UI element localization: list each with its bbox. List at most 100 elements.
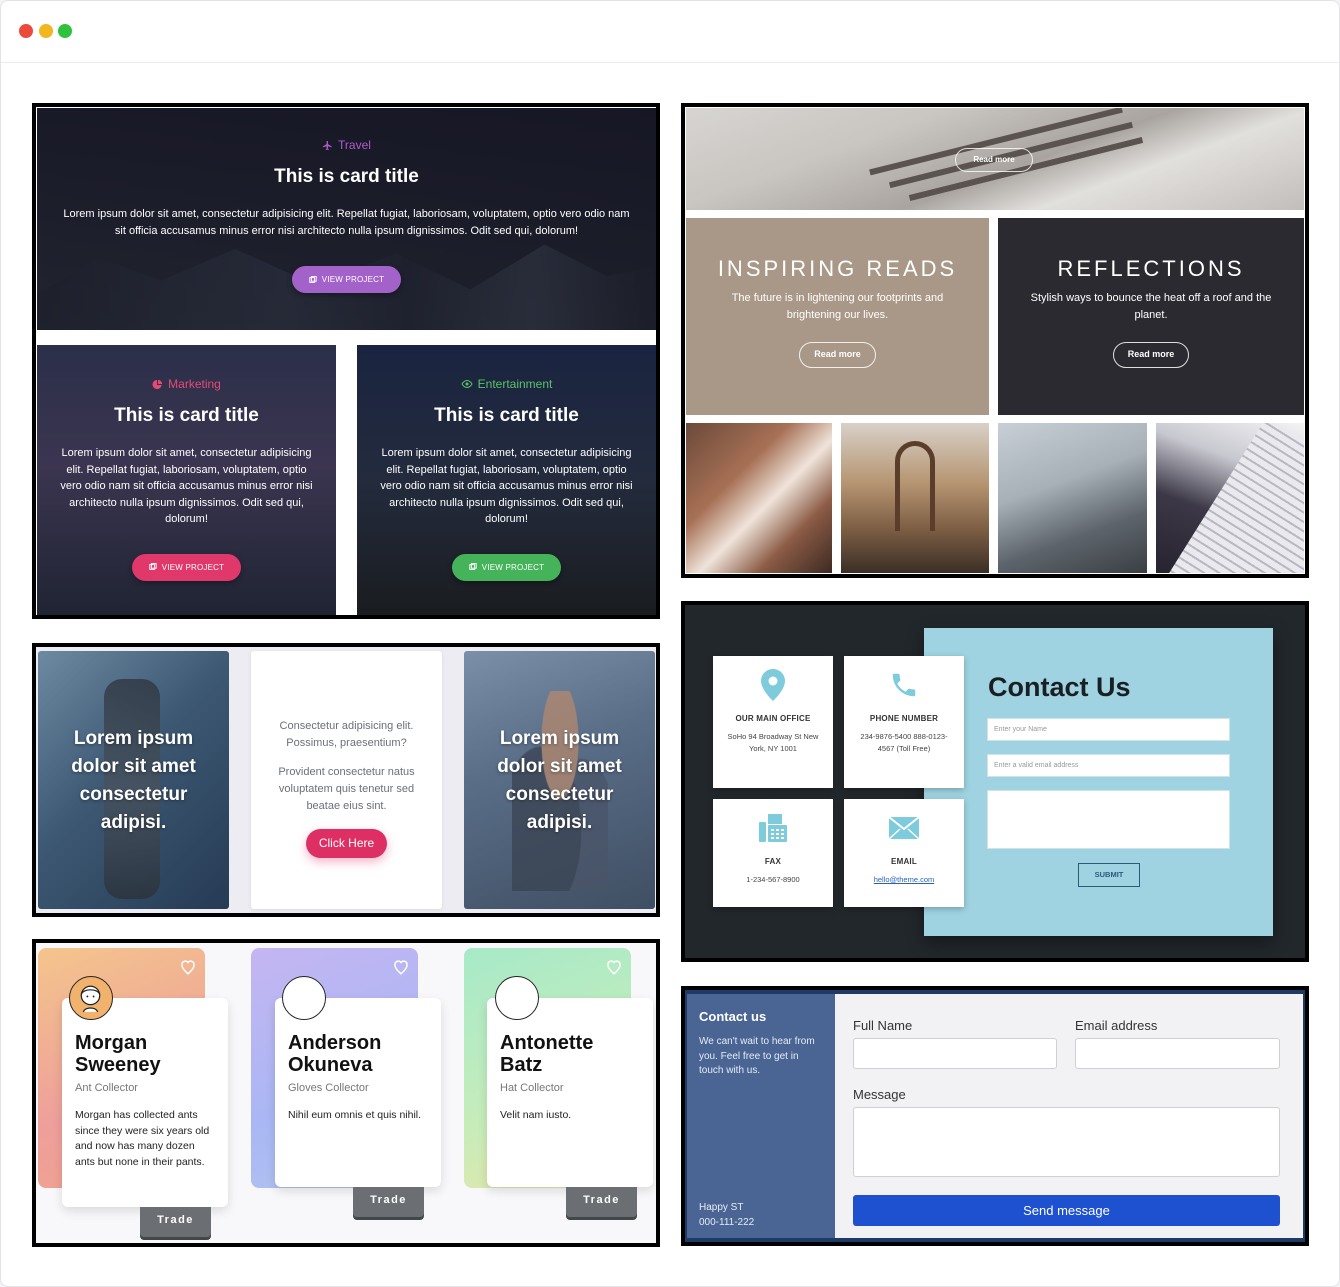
collector-card: Anderson Okuneva Gloves Collector Nihil … bbox=[275, 998, 441, 1187]
avatar bbox=[69, 976, 113, 1020]
contact-sidebar: Contact us We can't wait to hear from yo… bbox=[687, 994, 835, 1238]
info-value: 1-234-567-8900 bbox=[746, 875, 800, 884]
name-input[interactable]: Enter your Name bbox=[987, 718, 1230, 741]
plane-icon bbox=[322, 140, 332, 150]
info-value: 234-9876-5400 888-0123-4567 (Toll Free) bbox=[860, 732, 948, 753]
tile-title: REFLECTIONS bbox=[1057, 256, 1245, 281]
button-label: VIEW PROJECT bbox=[481, 562, 545, 572]
reflections-tile: REFLECTIONS Stylish ways to bounce the h… bbox=[998, 218, 1304, 415]
hero-read-more-button[interactable]: Read more bbox=[955, 148, 1033, 172]
avatar-illustration-icon bbox=[80, 985, 101, 1013]
heart-icon[interactable] bbox=[392, 958, 410, 976]
office-info-box: OUR MAIN OFFICE SoHo 94 Broadway St New … bbox=[713, 656, 833, 788]
marketing-card: Marketing This is card title Lorem ipsum… bbox=[37, 345, 336, 615]
collector-card: Morgan Sweeney Ant Collector Morgan has … bbox=[62, 998, 228, 1207]
lorem-cards-panel: Lorem ipsum dolor sit amet consectetur a… bbox=[32, 643, 660, 917]
card-title: This is card title bbox=[434, 405, 579, 426]
contact-title: Contact Us bbox=[988, 672, 1131, 702]
entertainment-card: Entertainment This is card title Lorem i… bbox=[357, 345, 656, 615]
card-category: Travel bbox=[37, 138, 656, 152]
read-more-button[interactable]: Read more bbox=[1112, 342, 1190, 368]
view-project-button[interactable]: VIEW PROJECT bbox=[451, 553, 562, 581]
eye-icon bbox=[461, 379, 473, 389]
card-category: Entertainment bbox=[357, 377, 656, 391]
minimize-window-button[interactable] bbox=[39, 24, 53, 38]
card-text-1: Consectetur adipisicing elit. Possimus, … bbox=[279, 720, 414, 749]
collector-role: Gloves Collector bbox=[288, 1082, 369, 1094]
email-input[interactable] bbox=[1075, 1038, 1280, 1069]
message-textarea[interactable] bbox=[987, 790, 1230, 849]
trade-button[interactable]: Trade bbox=[353, 1187, 424, 1217]
trade-button[interactable]: Trade bbox=[566, 1187, 637, 1217]
collector-role: Ant Collector bbox=[75, 1082, 138, 1094]
text-card: Consectetur adipisicing elit. Possimus, … bbox=[251, 651, 442, 909]
category-label: Marketing bbox=[168, 377, 221, 391]
maximize-window-button[interactable] bbox=[58, 24, 72, 38]
collector-name: Anderson Okuneva bbox=[288, 1032, 382, 1076]
view-project-button[interactable]: VIEW PROJECT bbox=[131, 553, 242, 581]
blue-contact-panel: Contact us We can't wait to hear from yo… bbox=[681, 986, 1309, 1246]
heart-icon[interactable] bbox=[179, 958, 197, 976]
external-link-icon bbox=[469, 563, 477, 570]
email-link[interactable]: hello@theme.com bbox=[844, 874, 964, 886]
fax-info-box: FAX 1-234-567-8900 bbox=[713, 799, 833, 907]
send-message-button[interactable]: Send message bbox=[853, 1195, 1280, 1226]
info-title: PHONE NUMBER bbox=[869, 714, 939, 723]
phone-info-box: PHONE NUMBER 234-9876-5400 888-0123-4567… bbox=[844, 656, 964, 788]
email-input[interactable]: Enter a valid email address bbox=[987, 754, 1230, 777]
view-project-button[interactable]: VIEW PROJECT bbox=[291, 266, 402, 293]
inspiring-reads-tile: INSPIRING READS The future is in lighten… bbox=[686, 218, 989, 415]
collector-role: Hat Collector bbox=[500, 1082, 564, 1094]
button-label: VIEW PROJECT bbox=[321, 275, 385, 284]
address-line: Happy ST bbox=[699, 1202, 744, 1213]
pie-chart-icon bbox=[152, 379, 163, 389]
phone-line: 000-111-222 bbox=[699, 1217, 755, 1228]
submit-button[interactable]: SUBMIT bbox=[1078, 863, 1140, 887]
couple-image-card[interactable]: Lorem ipsum dolor sit amet consectetur a… bbox=[464, 651, 655, 909]
click-here-button[interactable]: Click Here bbox=[305, 829, 388, 858]
close-window-button[interactable] bbox=[19, 24, 33, 38]
architecture-photo bbox=[998, 423, 1147, 573]
sidebar-title: Contact us bbox=[699, 1009, 767, 1024]
category-label: Entertainment bbox=[477, 377, 553, 391]
teal-contact-panel: OUR MAIN OFFICE SoHo 94 Broadway St New … bbox=[681, 601, 1309, 962]
fax-icon bbox=[759, 814, 787, 842]
watch-image-card[interactable]: Lorem ipsum dolor sit amet consectetur a… bbox=[38, 651, 229, 909]
architecture-panel: Read more INSPIRING READS The future is … bbox=[681, 103, 1309, 578]
card-text-2: Provident consectetur natus voluptatem q… bbox=[278, 766, 415, 812]
avatar bbox=[282, 976, 326, 1020]
info-title: EMAIL bbox=[891, 857, 917, 866]
category-label: Travel bbox=[338, 138, 371, 152]
full-name-label: Full Name bbox=[853, 1018, 913, 1033]
read-more-button[interactable]: Read more bbox=[799, 342, 876, 368]
window-titlebar bbox=[1, 1, 1339, 63]
collector-name: Morgan Sweeney bbox=[75, 1032, 161, 1076]
info-value: SoHo 94 Broadway St New York, NY 1001 bbox=[727, 732, 819, 753]
external-link-icon bbox=[149, 563, 157, 570]
email-label: Email address bbox=[1075, 1018, 1158, 1033]
collector-description: Morgan has collected ants since they wer… bbox=[75, 1109, 210, 1168]
contact-form-container: Contact us We can't wait to hear from yo… bbox=[687, 994, 1303, 1238]
card-heading: Lorem ipsum dolor sit amet consectetur a… bbox=[497, 728, 622, 833]
browser-window: Travel This is card title Lorem ipsum do… bbox=[0, 0, 1340, 1287]
hero-image: Read more bbox=[686, 108, 1304, 210]
external-link-icon bbox=[309, 275, 317, 283]
collector-description: Nihil eum omnis et quis nihil. bbox=[288, 1109, 422, 1121]
card-category: Marketing bbox=[37, 377, 336, 391]
sidebar-address: Happy ST 000-111-222 bbox=[699, 1200, 754, 1230]
message-label: Message bbox=[853, 1087, 906, 1102]
collector-card: Antonette Batz Hat Collector Velit nam i… bbox=[487, 998, 653, 1187]
heart-icon[interactable] bbox=[605, 958, 623, 976]
message-textarea[interactable] bbox=[853, 1107, 1280, 1177]
collector-description: Velit nam iusto. bbox=[500, 1109, 572, 1121]
info-title: OUR MAIN OFFICE bbox=[735, 714, 811, 723]
collector-cards-panel: Morgan Sweeney Ant Collector Morgan has … bbox=[32, 939, 660, 1247]
full-name-input[interactable] bbox=[853, 1038, 1057, 1069]
tile-subtitle: Stylish ways to bounce the heat off a ro… bbox=[1030, 292, 1272, 321]
card-title: This is card title bbox=[274, 166, 419, 187]
trade-button[interactable]: Trade bbox=[140, 1207, 211, 1237]
email-info-box: EMAIL hello@theme.com bbox=[844, 799, 964, 907]
card-heading: Lorem ipsum dolor sit amet consectetur a… bbox=[71, 728, 196, 833]
card-text: Lorem ipsum dolor sit amet, consectetur … bbox=[380, 447, 633, 525]
tile-title: INSPIRING READS bbox=[717, 256, 958, 281]
